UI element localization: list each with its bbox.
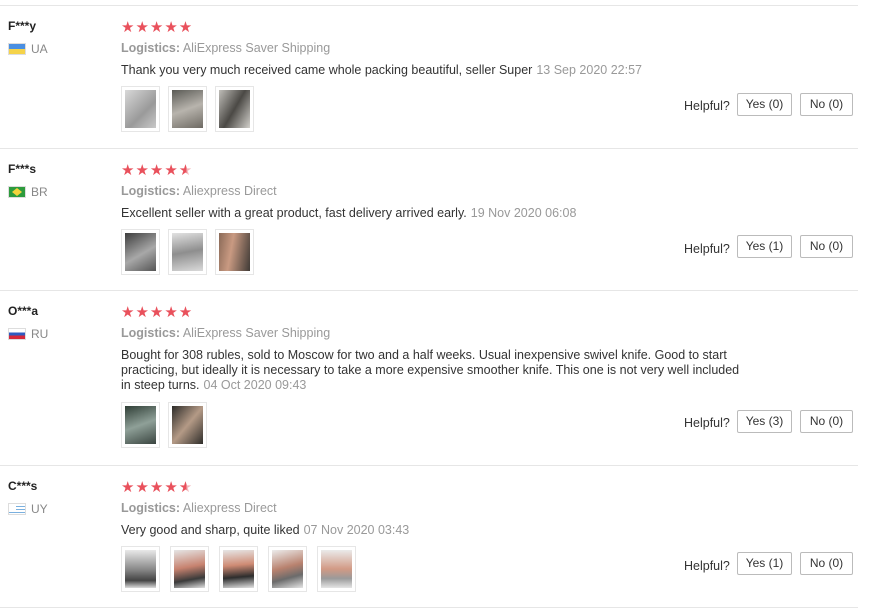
review-photo-thumbnail[interactable]: [121, 86, 160, 132]
review-body: Excellent seller with a great product, f…: [121, 206, 467, 220]
review-item: F***y UA ★★★★★ Logistics: AliExpress Sav…: [0, 6, 858, 149]
star-rating: ★★★★★: [121, 161, 193, 179]
review-date: 19 Nov 2020 06:08: [470, 206, 577, 220]
review-body: Thank you very much received came whole …: [121, 63, 533, 77]
review-photo-thumbnail[interactable]: [215, 229, 254, 275]
flag-ru-icon: [8, 328, 26, 340]
star-half-icon: ★: [178, 162, 194, 179]
logistics-info: Logistics: Aliexpress Direct: [121, 501, 277, 515]
country-code: UA: [31, 42, 48, 56]
logistics-method: AliExpress Saver Shipping: [182, 326, 331, 340]
star-half-icon: ★: [178, 479, 194, 496]
star-rating: ★★★★★: [121, 304, 194, 321]
review-photo-thumbnail[interactable]: [121, 229, 160, 275]
review-text: Excellent seller with a great product, f…: [121, 206, 751, 221]
logistics-label: Logistics:: [121, 41, 181, 55]
reviewer-name: F***y: [8, 19, 37, 33]
review-photos: [121, 402, 215, 448]
review-photo-thumbnail[interactable]: [317, 546, 356, 592]
review-photo-thumbnail[interactable]: [215, 86, 254, 132]
helpful-yes-button[interactable]: Yes (1): [737, 552, 792, 575]
helpful-label: Helpful?: [684, 99, 730, 113]
logistics-info: Logistics: Aliexpress Direct: [121, 184, 277, 198]
helpful-label: Helpful?: [684, 242, 730, 256]
flag-uy-icon: [8, 503, 26, 515]
helpful-yes-button[interactable]: Yes (3): [737, 410, 792, 433]
review-photo-thumbnail[interactable]: [268, 546, 307, 592]
star-rating: ★★★★★: [121, 478, 193, 496]
reviewer-name: O***a: [8, 304, 39, 318]
logistics-info: Logistics: AliExpress Saver Shipping: [121, 41, 330, 55]
helpful-yes-button[interactable]: Yes (0): [737, 93, 792, 116]
logistics-label: Logistics:: [121, 501, 181, 515]
helpful-no-button[interactable]: No (0): [800, 93, 853, 116]
helpful-no-button[interactable]: No (0): [800, 410, 853, 433]
country-code: UY: [31, 502, 48, 516]
logistics-method: Aliexpress Direct: [182, 184, 277, 198]
reviewer-country: UY: [8, 502, 48, 516]
review-photos: [121, 86, 262, 132]
review-date: 13 Sep 2020 22:57: [536, 63, 642, 77]
review-item: F***s BR ★★★★★ Logistics: Aliexpress Dir…: [0, 149, 858, 291]
country-code: BR: [31, 185, 48, 199]
review-photo-thumbnail[interactable]: [121, 546, 160, 592]
review-photos: [121, 546, 366, 592]
review-item: C***s UY ★★★★★ Logistics: Aliexpress Dir…: [0, 466, 858, 608]
star-rating-full: ★★★★: [121, 479, 179, 496]
logistics-info: Logistics: AliExpress Saver Shipping: [121, 326, 330, 340]
country-code: RU: [31, 327, 49, 341]
logistics-method: AliExpress Saver Shipping: [182, 41, 331, 55]
flag-ua-icon: [8, 43, 26, 55]
review-item: O***a RU ★★★★★ Logistics: AliExpress Sav…: [0, 291, 858, 466]
logistics-method: Aliexpress Direct: [182, 501, 277, 515]
review-body: Very good and sharp, quite liked: [121, 523, 300, 537]
reviewer-name: F***s: [8, 162, 37, 176]
review-photo-thumbnail[interactable]: [170, 546, 209, 592]
review-text: Very good and sharp, quite liked 07 Nov 2…: [121, 523, 751, 538]
helpful-no-button[interactable]: No (0): [800, 235, 853, 258]
helpful-label: Helpful?: [684, 416, 730, 430]
review-photo-thumbnail[interactable]: [168, 402, 207, 448]
star-rating-full: ★★★★: [121, 162, 179, 179]
review-photo-thumbnail[interactable]: [168, 86, 207, 132]
star-rating: ★★★★★: [121, 19, 194, 36]
review-text: Bought for 308 rubles, sold to Moscow fo…: [121, 348, 746, 393]
review-photo-thumbnail[interactable]: [121, 402, 160, 448]
reviewer-country: BR: [8, 185, 48, 199]
review-photo-thumbnail[interactable]: [168, 229, 207, 275]
review-photo-thumbnail[interactable]: [219, 546, 258, 592]
logistics-label: Logistics:: [121, 184, 181, 198]
review-date: 04 Oct 2020 09:43: [203, 378, 307, 392]
logistics-label: Logistics:: [121, 326, 181, 340]
review-date: 07 Nov 2020 03:43: [303, 523, 410, 537]
flag-br-icon: [8, 186, 26, 198]
review-text: Thank you very much received came whole …: [121, 63, 751, 78]
helpful-yes-button[interactable]: Yes (1): [737, 235, 792, 258]
reviewer-name: C***s: [8, 479, 38, 493]
reviewer-country: UA: [8, 42, 48, 56]
helpful-label: Helpful?: [684, 559, 730, 573]
reviewer-country: RU: [8, 327, 48, 341]
review-photos: [121, 229, 262, 275]
helpful-no-button[interactable]: No (0): [800, 552, 853, 575]
